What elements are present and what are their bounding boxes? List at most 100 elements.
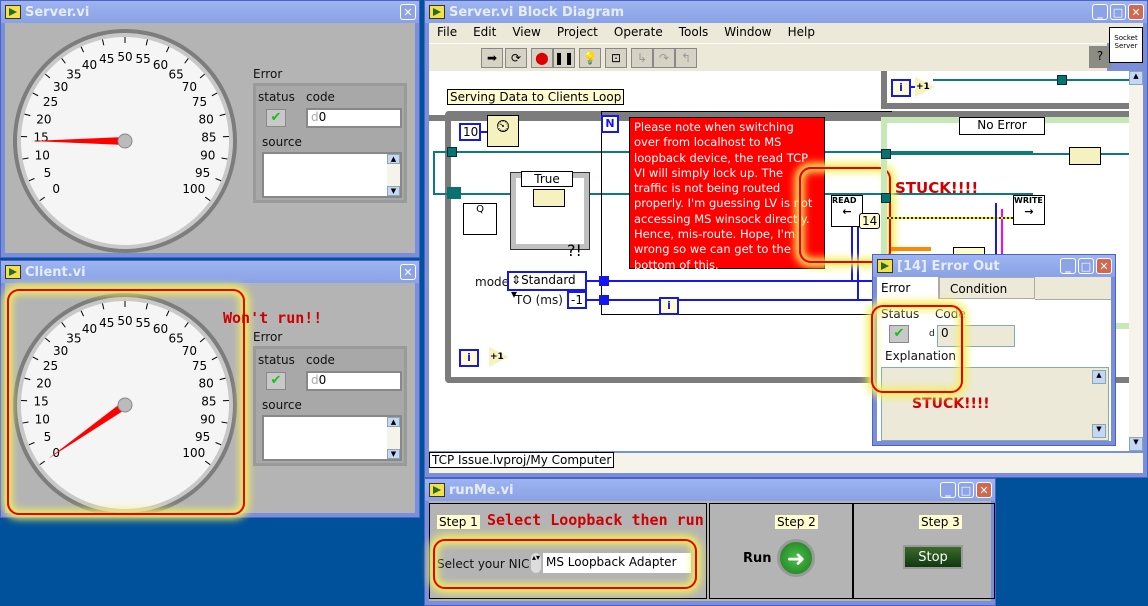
window-title: Server.vi	[25, 4, 90, 20]
tcp-write-node[interactable]: WRITE →	[1013, 195, 1045, 225]
highlight-box	[799, 167, 891, 263]
source-field[interactable]: ▲ ▼	[262, 415, 402, 461]
increment-label: +1	[916, 82, 930, 92]
highlight-execution-icon[interactable]: 💡	[579, 48, 601, 68]
shift-register	[447, 187, 461, 199]
code-field[interactable]: d0	[306, 108, 402, 128]
wait-constant[interactable]: 10	[459, 123, 481, 141]
gauge-tick-label: 55	[136, 52, 151, 66]
menu-window[interactable]: Window	[716, 23, 779, 43]
build-array-node	[1069, 147, 1101, 165]
step-over-icon[interactable]: ↷	[653, 48, 675, 68]
scrollbar[interactable]: ▲ ▼	[387, 417, 400, 459]
tab-condition[interactable]: Condition	[939, 277, 1035, 299]
retain-wire-values-icon[interactable]: ⊡	[605, 48, 627, 68]
maximize-button[interactable]: □	[958, 482, 974, 498]
mode-label: mode	[475, 275, 510, 289]
case-selector[interactable]: True	[521, 171, 573, 187]
context-help-icon[interactable]: ?	[1089, 46, 1111, 68]
vertical-scrollbar[interactable]: ▲ ▼	[1129, 71, 1143, 451]
error-label: Error	[253, 67, 283, 81]
server-window: Server.vi ✕ 0 5 10 15 20 25 30 35 40 45 50 55 60 65 70…	[0, 0, 420, 258]
scrollbar[interactable]: ▲ ▼	[387, 154, 400, 196]
speed-gauge: 0510152025303540455055606570758085909510…	[13, 29, 237, 253]
window-title: [14] Error Out	[897, 258, 1000, 274]
gauge-tick-label: 30	[53, 80, 68, 94]
vi-icon	[5, 5, 21, 19]
error-label: Error	[253, 330, 283, 344]
runme-window: runMe.vi _ □ ✕ Step 1 Select Loopback th…	[424, 478, 996, 606]
close-button[interactable]: ✕	[400, 4, 416, 20]
close-button[interactable]: ✕	[400, 264, 416, 280]
gauge-tick-label: 35	[66, 67, 81, 81]
runme-panel: Step 1 Select Loopback then run Select y…	[429, 501, 995, 601]
gauge-tick-label: 100	[182, 182, 205, 196]
select-loopback-annotation: Select Loopback then run	[487, 511, 704, 529]
minimize-button[interactable]: _	[1092, 4, 1108, 20]
maximize-button[interactable]: □	[1110, 4, 1126, 20]
pause-icon[interactable]: ❚❚	[553, 48, 575, 68]
gauge-tick-label: 50	[117, 50, 132, 64]
iteration-terminal: i	[459, 349, 479, 367]
gauge-tick-label: 20	[36, 112, 51, 126]
build-array-node	[533, 189, 565, 207]
icon-label: Server	[1114, 42, 1138, 50]
source-label: source	[262, 135, 302, 149]
run-continuously-icon[interactable]: ⟳	[505, 48, 527, 68]
gauge-tick-label: 60	[153, 58, 168, 72]
vi-icon	[877, 259, 893, 273]
menu-edit[interactable]: Edit	[465, 23, 504, 43]
minimize-button[interactable]: _	[940, 482, 956, 498]
runme-titlebar[interactable]: runMe.vi _ □ ✕	[425, 479, 995, 501]
client-window: Client.vi ✕ 0510152025303540455055606570…	[0, 260, 420, 518]
run-button[interactable]: ➜	[777, 539, 815, 577]
stuck-annotation: STUCK!!!!	[912, 396, 990, 412]
diagram-titlebar[interactable]: Server.vi Block Diagram _ □ ✕	[425, 1, 1147, 23]
source-field[interactable]: ▲ ▼	[262, 152, 402, 198]
gauge-tick-label: 40	[82, 58, 97, 72]
source-label: source	[262, 398, 302, 412]
gauge-tick-label: 95	[195, 166, 210, 180]
close-button[interactable]: ✕	[1096, 258, 1112, 274]
tab-error[interactable]: Error	[877, 277, 939, 299]
stop-button[interactable]: Stop	[903, 545, 963, 569]
increment-label: +1	[490, 352, 504, 362]
menu-project[interactable]: Project	[549, 23, 606, 43]
gauge-tick-label: 90	[200, 149, 215, 163]
probe-titlebar[interactable]: [14] Error Out _ □ ✕	[873, 255, 1115, 277]
menu-tools[interactable]: Tools	[671, 23, 717, 43]
front-panel: 0510152025303540455055606570758085909510…	[5, 23, 415, 253]
loop-label: Serving Data to Clients Loop	[447, 89, 625, 105]
gauge-tick-label: 10	[35, 149, 50, 163]
step-out-icon[interactable]: ↰	[675, 48, 697, 68]
close-button[interactable]: ✕	[1128, 4, 1144, 20]
count-terminal: N	[601, 115, 619, 133]
step3-label: Step 3	[919, 515, 962, 529]
menu-file[interactable]: File	[429, 23, 465, 43]
menu-operate[interactable]: Operate	[606, 23, 671, 43]
vi-connector-icon: Socket Server	[1109, 27, 1143, 63]
client-titlebar[interactable]: Client.vi ✕	[1, 261, 419, 283]
server-titlebar[interactable]: Server.vi ✕	[1, 1, 419, 23]
menu-view[interactable]: View	[504, 23, 548, 43]
highlight-box	[871, 305, 963, 393]
timeout-label: TO (ms)	[515, 293, 563, 307]
menu-help[interactable]: Help	[780, 23, 823, 43]
gauge-tick-label: 5	[44, 166, 52, 180]
step-into-icon[interactable]: ↳	[631, 48, 653, 68]
gauge-tick-label: 80	[198, 112, 213, 126]
step1-label: Step 1	[437, 515, 480, 529]
code-label: code	[306, 90, 335, 104]
mode-enum[interactable]: ⇕Standard ▾	[507, 271, 587, 301]
gauge-tick-label: 85	[201, 130, 216, 144]
vi-icon	[5, 265, 21, 279]
maximize-button[interactable]: □	[1078, 258, 1094, 274]
case-selector[interactable]: No Error	[959, 117, 1045, 135]
minimize-button[interactable]: _	[1060, 258, 1076, 274]
run-arrow-icon[interactable]: ➡	[481, 48, 503, 68]
highlight-box	[7, 289, 245, 515]
timeout-constant[interactable]: -1	[567, 291, 587, 309]
close-button[interactable]: ✕	[976, 482, 992, 498]
abort-icon[interactable]: ⬤	[531, 48, 553, 68]
code-field[interactable]: d0	[306, 371, 402, 391]
